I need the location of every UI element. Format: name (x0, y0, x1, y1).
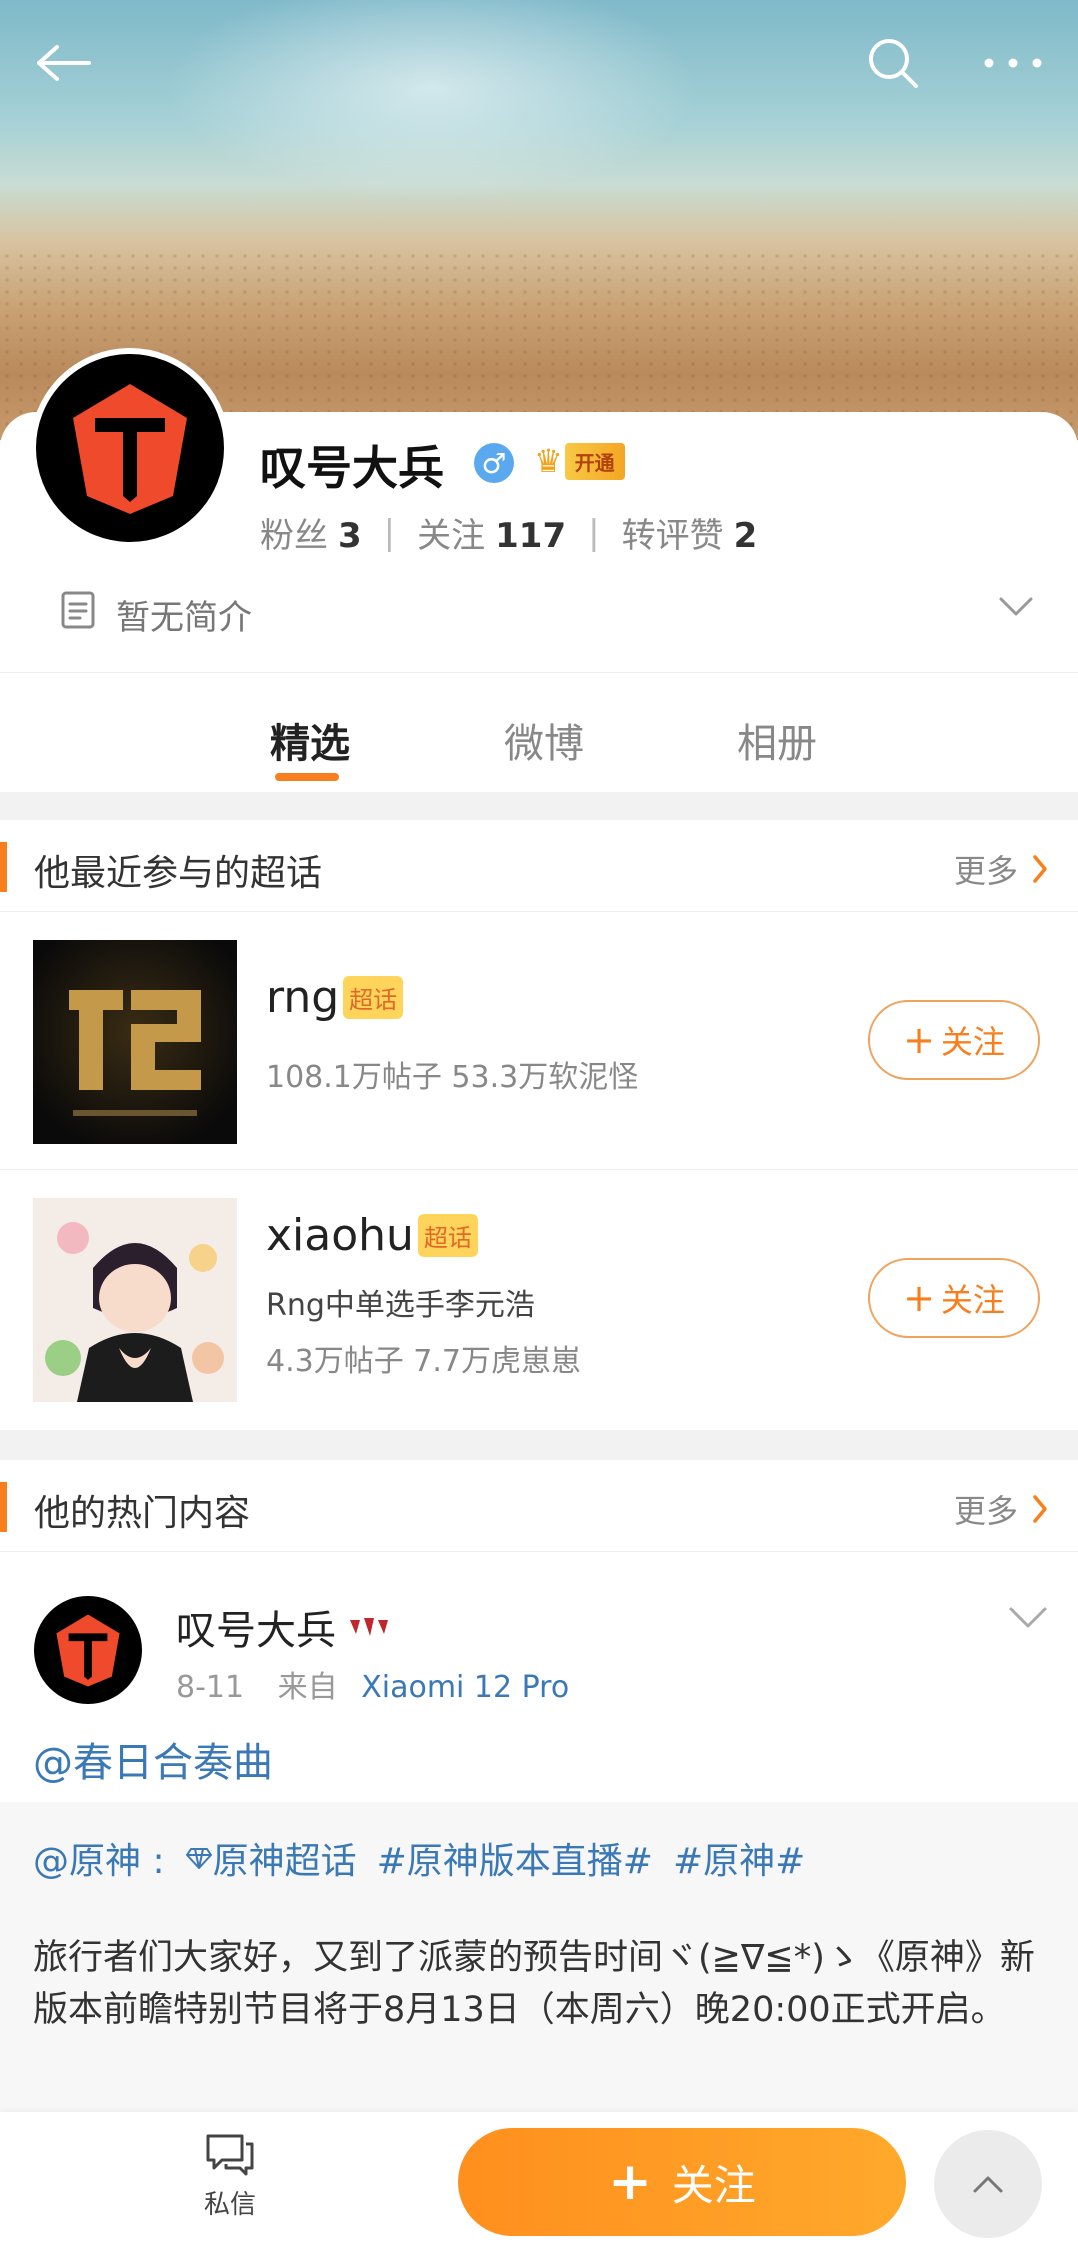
topic-name: xiaohu 超话 (266, 1210, 478, 1261)
team-logo-icon (73, 384, 187, 514)
topic-stats: 4.3万帖子 7.7万虎崽崽 (266, 1344, 581, 1379)
dm-label: 私信 (203, 2190, 256, 2220)
plus-icon: + (903, 1276, 935, 1320)
list-item[interactable]: xiaohu 超话 Rng中单选手李元浩 4.3万帖子 7.7万虎崽崽 + 关注 (0, 1170, 1078, 1428)
super-topic-badge: 超话 (417, 1214, 478, 1257)
follow-label: 关注 (940, 1023, 1005, 1061)
topic-stats: 108.1万帖子 53.3万软泥怪 (266, 1060, 639, 1095)
profile-name: 叹号大兵 (260, 441, 444, 495)
chevron-down-icon[interactable] (998, 596, 1034, 622)
super-topic-label: 原神超话 (212, 1841, 357, 1882)
topic-name: rng 超话 (266, 972, 404, 1023)
topic-title: rng (266, 972, 340, 1023)
mention-link[interactable]: @原神 : (33, 1832, 165, 1884)
section-title: 他的热门内容 (34, 1493, 251, 1534)
post-author-name[interactable]: 叹号大兵 (176, 1598, 390, 1656)
bio-row[interactable]: 暂无简介 (60, 590, 252, 639)
section-accent-bar (0, 1482, 7, 1532)
topic-description: Rng中单选手李元浩 (266, 1288, 535, 1323)
stat-value: 2 (733, 516, 758, 556)
repost-text: 旅行者们大家好，又到了派蒙的预告时间ヾ(≧∇≦*)ゝ《原神》新版本前瞻特别节目将… (33, 1938, 1035, 2030)
tab-album[interactable]: 相册 (737, 711, 817, 769)
crown-icon: ♛ (534, 442, 563, 480)
follow-label: 关注 (671, 2160, 756, 2210)
direct-message-button[interactable]: 私信 (170, 2132, 290, 2221)
back-icon[interactable] (28, 28, 98, 98)
list-item[interactable]: rng 超话 108.1万帖子 53.3万软泥怪 + 关注 (0, 912, 1078, 1170)
scroll-to-top-button[interactable] (934, 2130, 1042, 2238)
stat-label: 关注 (417, 516, 486, 556)
chevron-right-icon (1033, 1495, 1047, 1523)
stat-value: 3 (338, 516, 362, 556)
post-meta: 8-11 来自 Xiaomi 12 Pro (176, 1662, 569, 1706)
stat-label: 转评赞 (621, 516, 724, 556)
stat-label: 粉丝 (260, 516, 328, 556)
avatar[interactable] (30, 348, 230, 548)
follow-topic-button[interactable]: + 关注 (868, 1000, 1040, 1080)
bio-text: 暂无简介 (116, 598, 252, 638)
stat-fans[interactable]: 粉丝 3 (260, 508, 362, 557)
post-author-avatar[interactable] (34, 1596, 142, 1704)
more-label: 更多 (954, 1492, 1019, 1530)
more-link[interactable]: 更多 (954, 1486, 1048, 1532)
repost-tags: @原神 : 原神超话 #原神版本直播# #原神# (33, 1832, 825, 1884)
bottom-action-bar: 私信 + 关注 (0, 2112, 1078, 2250)
hashtag-link[interactable]: #原神版本直播# (377, 1832, 653, 1884)
author-name: 叹号大兵 (176, 1608, 336, 1654)
plus-icon: + (608, 2152, 652, 2212)
document-icon (60, 590, 96, 639)
profile-stats: 粉丝 3 | 关注 117 | 转评赞 2 (260, 508, 757, 557)
repost-block[interactable]: @原神 : 原神超话 #原神版本直播# #原神# 旅行者们大家好，又到了派蒙的预… (0, 1802, 1078, 2112)
tab-weibo[interactable]: 微博 (504, 711, 584, 769)
message-icon (206, 2134, 254, 2176)
stat-interactions[interactable]: 转评赞 2 (622, 508, 758, 557)
male-gender-icon: ♂ (474, 443, 514, 483)
stat-following[interactable]: 关注 117 (417, 508, 566, 557)
more-options-icon[interactable] (978, 28, 1048, 98)
profile-tabs: 精选 微博 相册 (0, 672, 1078, 792)
more-label: 更多 (954, 852, 1019, 890)
follow-label: 关注 (940, 1281, 1005, 1319)
team-logo-icon (56, 1614, 120, 1687)
divider: | (383, 512, 396, 553)
diamond-icon (185, 1848, 212, 1869)
super-topics-section: 他最近参与的超话 更多 rng 超话 108.1万帖子 53.3万软泥怪 + 关… (0, 820, 1078, 1430)
chevron-up-icon (973, 2176, 1003, 2193)
post-source[interactable]: Xiaomi 12 Pro (361, 1670, 569, 1705)
post-mention[interactable]: @春日合奏曲 (33, 1730, 273, 1788)
section-header: 他的热门内容 更多 (0, 1460, 1078, 1552)
stat-value: 117 (495, 516, 567, 556)
chevron-down-icon[interactable] (1008, 1606, 1048, 1634)
section-header: 他最近参与的超话 更多 (0, 820, 1078, 912)
tab-indicator (275, 773, 339, 781)
plus-icon: + (903, 1018, 935, 1062)
topic-title: xiaohu (266, 1210, 414, 1261)
follow-topic-button[interactable]: + 关注 (868, 1258, 1040, 1338)
follow-button[interactable]: + 关注 (458, 2128, 906, 2236)
chevron-right-icon (1033, 855, 1047, 883)
post-from-label: 来自 (277, 1670, 338, 1705)
super-topic-link[interactable]: 原神超话 (185, 1832, 357, 1884)
more-link[interactable]: 更多 (954, 846, 1048, 892)
section-title: 他最近参与的超话 (34, 853, 323, 894)
search-icon[interactable] (858, 28, 928, 98)
super-topic-badge: 超话 (343, 976, 404, 1019)
rng-topic-image (33, 940, 237, 1144)
divider: | (588, 512, 600, 553)
vip-badge[interactable]: ♛ 开通 (534, 440, 625, 482)
xiaohu-topic-image (33, 1198, 237, 1402)
team-badge-icon (350, 1618, 388, 1636)
hashtag-link[interactable]: #原神# (673, 1832, 805, 1884)
post-date: 8-11 (176, 1670, 245, 1705)
section-accent-bar (0, 842, 7, 892)
tab-featured[interactable]: 精选 (270, 711, 350, 769)
vip-open-label: 开通 (564, 442, 625, 480)
